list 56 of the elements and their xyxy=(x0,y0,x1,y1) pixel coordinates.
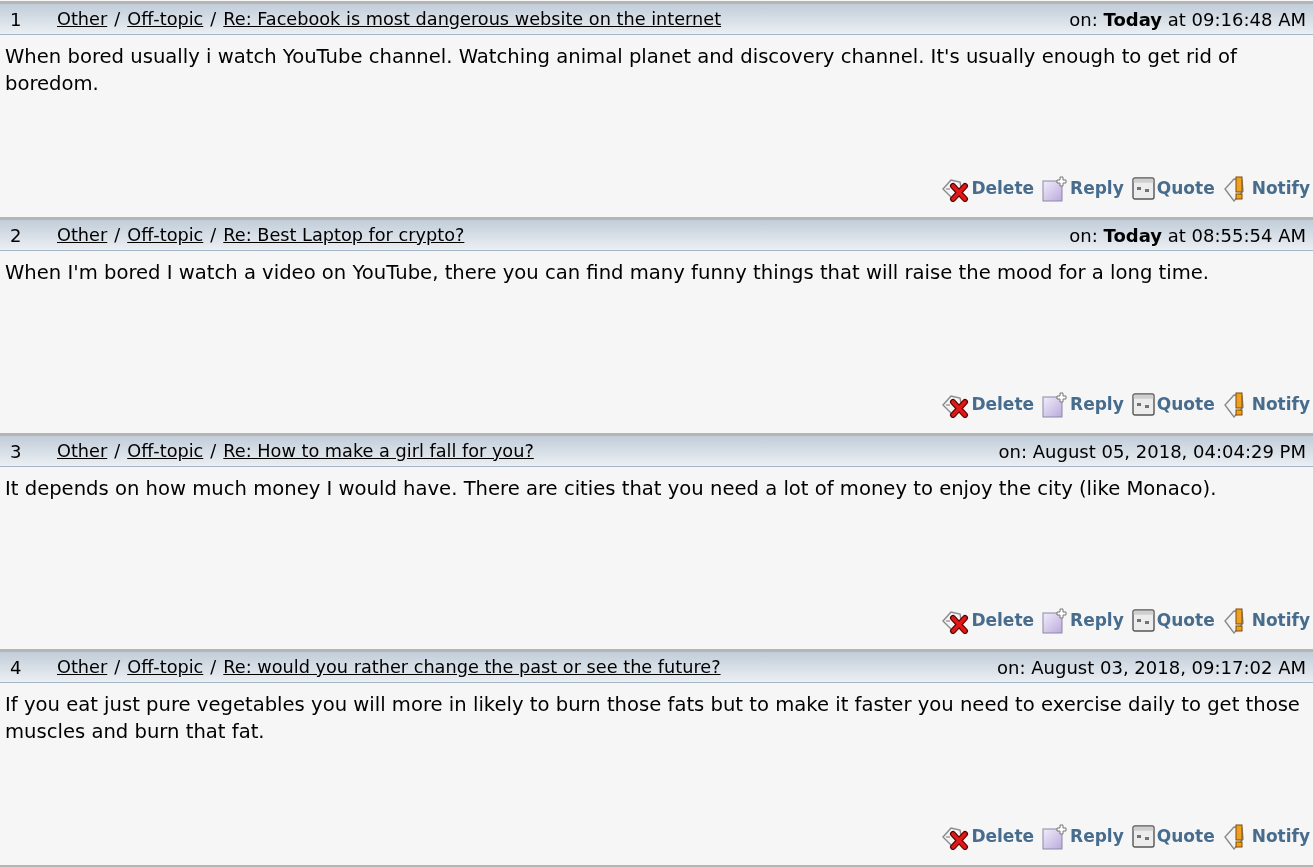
page-plus-icon xyxy=(1042,175,1069,202)
breadcrumb-separator: / xyxy=(210,7,217,31)
breadcrumb-separator: / xyxy=(210,439,217,463)
delete-link[interactable]: Delete xyxy=(941,175,1035,202)
breadcrumb-link[interactable]: Other xyxy=(57,437,108,465)
breadcrumb-link[interactable]: Off-topic xyxy=(127,5,204,33)
quote-link[interactable]: Quote xyxy=(1131,391,1215,418)
delete-link[interactable]: Delete xyxy=(941,607,1035,634)
reply-link[interactable]: Reply xyxy=(1042,175,1124,202)
quote-icon xyxy=(1131,825,1155,848)
reply-link[interactable]: Reply xyxy=(1042,823,1124,850)
post-body: It depends on how much money I would have. There are cities that you need a lot of money to enjoy the city (like Monaco). xyxy=(4,476,1218,502)
breadcrumb-separator: / xyxy=(114,223,121,247)
breadcrumb-link[interactable]: Other xyxy=(57,653,108,681)
post-number: 4 xyxy=(9,655,23,680)
reply-link[interactable]: Reply xyxy=(1042,607,1124,634)
quote-link[interactable]: Quote xyxy=(1131,823,1215,850)
post-date: on: August 05, 2018, 04:04:29 PM xyxy=(998,439,1307,464)
quote-icon xyxy=(1131,177,1155,200)
breadcrumb-separator: / xyxy=(210,223,217,247)
breadcrumb-link[interactable]: Other xyxy=(57,5,108,33)
breadcrumb-link[interactable]: Re: would you rather change the past or see the future? xyxy=(223,653,721,681)
notify-link[interactable]: Notify xyxy=(1222,175,1310,202)
post-date: on: Today at 09:16:48 AM xyxy=(1069,7,1307,32)
page-plus-icon xyxy=(1042,823,1069,850)
breadcrumb-link[interactable]: Off-topic xyxy=(127,653,204,681)
quote-icon xyxy=(1131,393,1155,416)
page-plus-icon xyxy=(1042,391,1069,418)
notify-link[interactable]: Notify xyxy=(1222,607,1310,634)
breadcrumb-link[interactable]: Off-topic xyxy=(127,221,204,249)
post-number: 1 xyxy=(9,7,23,32)
post-body: If you eat just pure vegetables you will more in likely to burn those fats but to make it faster you need to exercise daily to get those muscles and burn that fat. xyxy=(4,692,1301,745)
breadcrumb-separator: / xyxy=(114,439,121,463)
breadcrumb-link[interactable]: Off-topic xyxy=(127,437,204,465)
delete-link[interactable]: Delete xyxy=(941,823,1035,850)
breadcrumb-link[interactable]: Other xyxy=(57,221,108,249)
notify-link[interactable]: Notify xyxy=(1222,823,1310,850)
page-plus-icon xyxy=(1042,607,1069,634)
post-date: on: August 03, 2018, 09:17:02 AM xyxy=(997,655,1307,680)
quote-link[interactable]: Quote xyxy=(1131,607,1215,634)
reply-link[interactable]: Reply xyxy=(1042,391,1124,418)
post-body: When bored usually i watch YouTube channel. Watching animal planet and discovery channel. It's usually enough to get rid of boredom. xyxy=(4,44,1239,97)
quote-icon xyxy=(1131,609,1155,632)
breadcrumb-separator: / xyxy=(114,655,121,679)
notify-link[interactable]: Notify xyxy=(1222,391,1310,418)
breadcrumb-link[interactable]: Re: How to make a girl fall for you? xyxy=(223,437,534,465)
post-number: 3 xyxy=(9,439,23,464)
post-body: When I'm bored I watch a video on YouTube, there you can find many funny things that will raise the mood for a long time. xyxy=(4,260,1211,286)
breadcrumb-link[interactable]: Re: Best Laptop for crypto? xyxy=(223,221,465,249)
post-date: on: Today at 08:55:54 AM xyxy=(1069,223,1307,248)
quote-link[interactable]: Quote xyxy=(1131,175,1215,202)
delete-link[interactable]: Delete xyxy=(941,391,1035,418)
breadcrumb-separator: / xyxy=(210,655,217,679)
breadcrumb-link[interactable]: Re: Facebook is most dangerous website on the internet xyxy=(223,5,722,33)
breadcrumb-separator: / xyxy=(114,7,121,31)
post-number: 2 xyxy=(9,223,23,248)
